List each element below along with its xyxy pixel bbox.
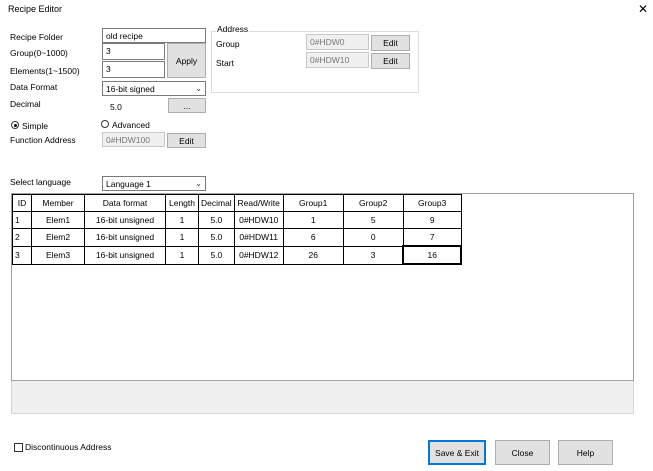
table-header-row: ID Member Data format Length Decimal Rea… xyxy=(12,194,462,212)
table-cell-length[interactable]: 1 xyxy=(165,245,199,265)
language-select[interactable]: Language 1 ⌄ xyxy=(102,176,206,191)
table-cell-group3[interactable]: 7 xyxy=(402,228,462,247)
apply-button[interactable]: Apply xyxy=(167,43,206,78)
column-header-length[interactable]: Length xyxy=(165,194,199,212)
select-language-label: Select language xyxy=(10,177,71,187)
table-cell-group1[interactable]: 6 xyxy=(282,228,344,247)
advanced-radio[interactable] xyxy=(101,120,109,128)
address-start-input[interactable]: 0#HDW10 xyxy=(306,52,369,68)
address-start-edit-button[interactable]: Edit xyxy=(371,53,410,69)
table-cell-member[interactable]: Elem3 xyxy=(31,245,85,265)
close-button[interactable]: Close xyxy=(495,440,550,465)
decimal-value: 5.0 xyxy=(110,102,122,112)
function-address-label: Function Address xyxy=(10,135,76,145)
chevron-down-icon: ⌄ xyxy=(195,84,202,93)
simple-radio-label: Simple xyxy=(22,121,48,131)
column-header-read-write[interactable]: Read/Write xyxy=(233,194,284,212)
table-cell-read-write[interactable]: 0#HDW10 xyxy=(233,211,284,229)
table-cell-length[interactable]: 1 xyxy=(165,228,199,247)
close-icon[interactable]: ✕ xyxy=(636,2,650,16)
table-cell-member[interactable]: Elem2 xyxy=(31,228,85,247)
table-cell-group2[interactable]: 0 xyxy=(342,228,404,247)
table-cell-data-format[interactable]: 16-bit unsigned xyxy=(84,228,166,247)
table-cell-id[interactable]: 2 xyxy=(12,228,32,247)
table-cell-data-format[interactable]: 16-bit unsigned xyxy=(84,245,166,265)
column-header-member[interactable]: Member xyxy=(31,194,85,212)
elements-count-input[interactable]: 3 xyxy=(102,61,165,78)
column-header-id[interactable]: ID xyxy=(12,194,32,212)
data-format-value: 16-bit signed xyxy=(106,84,155,94)
save-exit-button[interactable]: Save & Exit xyxy=(428,440,486,465)
table-cell-group3-selected[interactable]: 16 xyxy=(402,245,463,265)
decimal-browse-button[interactable]: ... xyxy=(168,98,206,113)
address-group-title: Address xyxy=(216,24,250,34)
table-cell-group2[interactable]: 5 xyxy=(342,211,404,229)
table-row[interactable]: 1 Elem1 16-bit unsigned 1 5.0 0#HDW10 1 … xyxy=(12,211,462,229)
data-format-select[interactable]: 16-bit signed ⌄ xyxy=(102,81,206,96)
table-cell-decimal[interactable]: 5.0 xyxy=(198,245,235,265)
table-row[interactable]: 2 Elem2 16-bit unsigned 1 5.0 0#HDW11 6 … xyxy=(12,228,462,247)
table-cell-data-format[interactable]: 16-bit unsigned xyxy=(84,211,166,229)
group-count-label: Group(0~1000) xyxy=(10,48,68,58)
address-group-label: Group xyxy=(216,39,240,49)
table-row[interactable]: 3 Elem3 16-bit unsigned 1 5.0 0#HDW12 26… xyxy=(12,245,463,265)
window-title: Recipe Editor xyxy=(8,4,63,14)
column-header-group1[interactable]: Group1 xyxy=(282,194,344,212)
address-group-edit-button[interactable]: Edit xyxy=(371,35,410,51)
table-cell-member[interactable]: Elem1 xyxy=(31,211,85,229)
recipe-table: ID Member Data format Length Decimal Rea… xyxy=(12,194,463,265)
language-value: Language 1 xyxy=(106,179,151,189)
data-format-label: Data Format xyxy=(10,82,58,92)
recipe-folder-input[interactable]: old recipe xyxy=(102,28,206,43)
column-header-group2[interactable]: Group2 xyxy=(342,194,404,212)
table-cell-read-write[interactable]: 0#HDW11 xyxy=(233,228,284,247)
table-cell-length[interactable]: 1 xyxy=(165,211,199,229)
table-cell-decimal[interactable]: 5.0 xyxy=(198,211,235,229)
address-start-label: Start xyxy=(216,58,234,68)
column-header-data-format[interactable]: Data format xyxy=(84,194,166,212)
group-count-input[interactable]: 3 xyxy=(102,43,165,60)
table-cell-group3[interactable]: 9 xyxy=(402,211,462,229)
function-address-input[interactable]: 0#HDW100 xyxy=(102,132,165,147)
recipe-folder-label: Recipe Folder xyxy=(10,32,63,42)
simple-radio[interactable] xyxy=(11,121,19,129)
table-cell-read-write[interactable]: 0#HDW12 xyxy=(233,245,284,265)
discontinuous-address-checkbox[interactable] xyxy=(14,443,23,452)
table-cell-id[interactable]: 3 xyxy=(12,245,32,265)
function-address-edit-button[interactable]: Edit xyxy=(167,133,206,148)
table-cell-id[interactable]: 1 xyxy=(12,211,32,229)
address-group-input[interactable]: 0#HDW0 xyxy=(306,34,369,50)
table-scroll-area xyxy=(11,381,634,414)
column-header-decimal[interactable]: Decimal xyxy=(198,194,235,212)
table-cell-group2[interactable]: 3 xyxy=(342,245,404,265)
decimal-label: Decimal xyxy=(10,99,41,109)
table-cell-group1[interactable]: 26 xyxy=(282,245,344,265)
help-button[interactable]: Help xyxy=(558,440,613,465)
column-header-group3[interactable]: Group3 xyxy=(402,194,462,212)
discontinuous-address-label: Discontinuous Address xyxy=(25,442,112,452)
elements-count-label: Elements(1~1500) xyxy=(10,66,80,76)
table-cell-group1[interactable]: 1 xyxy=(282,211,344,229)
advanced-radio-label: Advanced xyxy=(112,120,150,130)
table-cell-decimal[interactable]: 5.0 xyxy=(198,228,235,247)
chevron-down-icon: ⌄ xyxy=(195,179,202,188)
